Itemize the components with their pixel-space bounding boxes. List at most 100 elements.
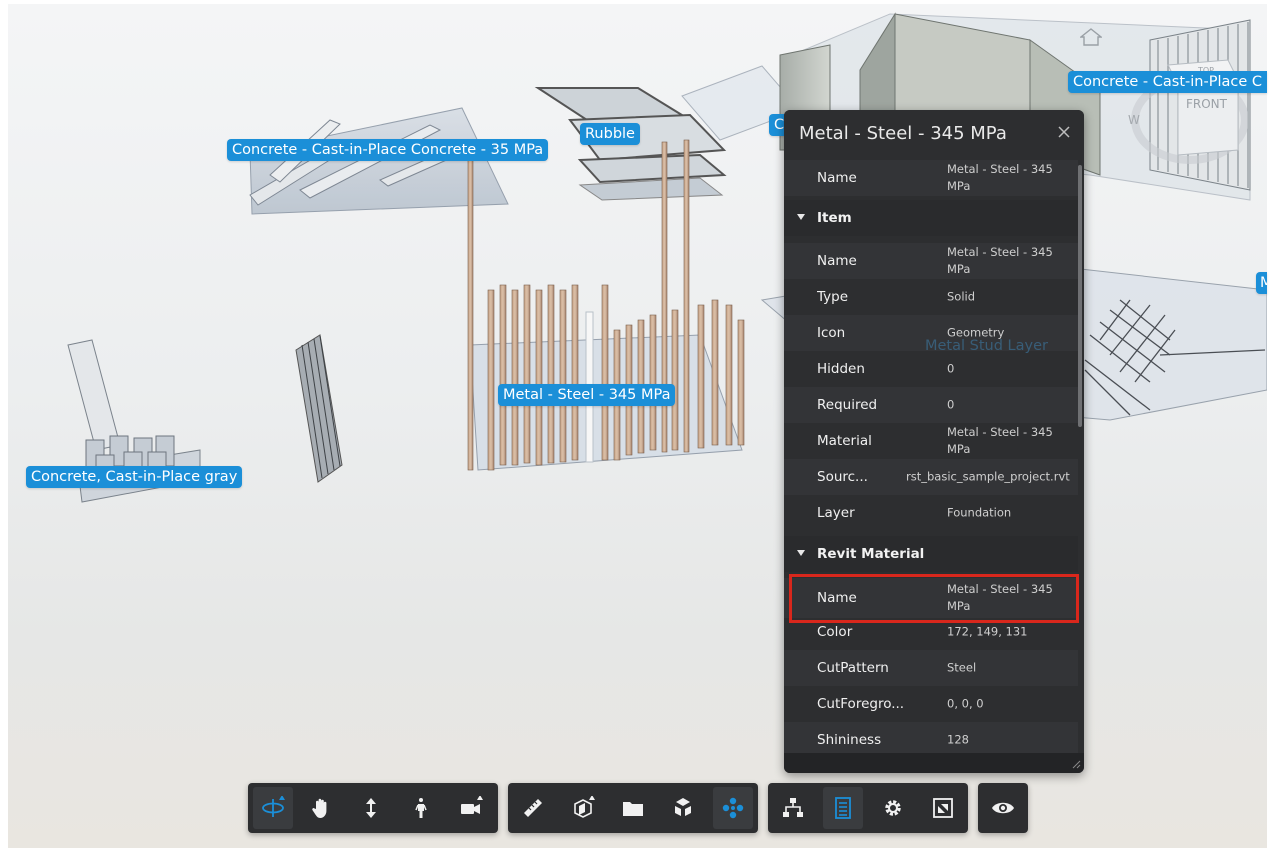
explode-icon — [675, 798, 691, 816]
property-row-name[interactable]: Name Metal - Steel - 345 MPa — [784, 243, 1078, 279]
property-row-cutpattern[interactable]: CutPattern Steel — [784, 650, 1078, 686]
view-cube[interactable]: TOP FRONT W — [1128, 40, 1248, 170]
visibility-button[interactable] — [983, 787, 1023, 829]
property-label: Material — [817, 433, 872, 449]
material-label-concrete-35mpa[interactable]: Concrete - Cast-in-Place Concrete - 35 M… — [227, 139, 549, 161]
material-label-concrete-gray[interactable]: Concrete, Cast-in-Place gray — [26, 466, 243, 488]
material-label-rubble[interactable]: Rubble — [580, 123, 640, 145]
caret-down-icon[interactable] — [797, 550, 805, 556]
measure-icon — [524, 799, 542, 817]
pan-icon — [312, 798, 327, 818]
zoom-button[interactable] — [351, 787, 391, 829]
material-label-concrete-cast-in-place[interactable]: Concrete - Cast-in-Place C — [1068, 71, 1267, 93]
zoom-icon — [366, 798, 376, 818]
property-label: Name — [817, 590, 857, 606]
explode-button[interactable] — [663, 787, 703, 829]
property-label: Name — [817, 253, 857, 269]
toolbar-tools-group — [508, 783, 758, 833]
walk-icon — [415, 798, 427, 818]
property-label: Sourc... — [817, 469, 868, 485]
settings-button[interactable] — [873, 787, 913, 829]
property-value: 0 — [947, 397, 955, 412]
fullscreen-icon — [933, 798, 953, 818]
property-value: Metal - Steel - 345 MPa — [947, 582, 1053, 613]
properties-panel-title: Metal - Steel - 345 MPa — [799, 123, 1007, 144]
property-row-hidden[interactable]: Hidden 0 — [784, 351, 1078, 387]
property-label: CutForegro... — [817, 696, 905, 712]
orbit-button[interactable] — [253, 787, 293, 829]
material-label-metal-steel[interactable]: Metal - Steel - 345 MPa — [498, 384, 676, 406]
property-label: CutPattern — [817, 660, 889, 676]
property-label: Required — [817, 397, 878, 413]
properties-panel-footer — [784, 753, 1084, 773]
property-label: Hidden — [817, 361, 865, 377]
toolbar-navigation-group — [248, 783, 498, 833]
property-label: Shininess — [817, 732, 882, 748]
property-value: rst_basic_sample_project.rvt — [906, 469, 1070, 484]
property-value: 172, 149, 131 — [947, 624, 1028, 639]
property-row-source[interactable]: Sourc... rst_basic_sample_project.rvt — [784, 459, 1078, 495]
property-row-type[interactable]: Type Solid — [784, 279, 1078, 315]
property-row-color[interactable]: Color 172, 149, 131 — [784, 614, 1078, 650]
toolbar-view-group — [978, 783, 1028, 833]
property-label: Icon — [817, 325, 846, 341]
properties-list[interactable]: Name Metal - Steel - 345 MPa Item Name M… — [784, 158, 1080, 755]
caret-down-icon[interactable] — [797, 214, 805, 220]
toolbar-panels-group — [768, 783, 968, 833]
model-tree-button[interactable] — [773, 787, 813, 829]
properties-icon — [835, 797, 851, 819]
fullscreen-button[interactable] — [923, 787, 963, 829]
resize-grip-icon[interactable] — [1071, 759, 1081, 769]
category-label: Revit Material — [817, 546, 925, 562]
pan-button[interactable] — [301, 787, 341, 829]
property-label: Layer — [817, 505, 855, 521]
material-label-partial-m[interactable]: M — [1256, 272, 1267, 294]
materials-icon — [722, 797, 744, 819]
property-label: Color — [817, 624, 853, 640]
properties-scrollbar-thumb[interactable] — [1078, 165, 1082, 427]
section-icon — [574, 796, 595, 818]
property-value: Metal - Steel - 345 MPa — [947, 245, 1053, 276]
properties-panel-header[interactable]: Metal - Steel - 345 MPa — [784, 110, 1084, 158]
property-value: 0, 0, 0 — [947, 696, 984, 711]
walk-button[interactable] — [401, 787, 441, 829]
model-browser-button[interactable] — [613, 787, 653, 829]
rubble-tray[interactable] — [577, 153, 727, 184]
camera-icon — [461, 796, 483, 814]
folder-icon — [623, 802, 643, 816]
property-row-cutforeground[interactable]: CutForegro... 0, 0, 0 — [784, 686, 1078, 722]
section-button[interactable] — [563, 787, 603, 829]
orbit-icon — [262, 796, 285, 817]
gear-icon — [885, 800, 901, 816]
property-row-layer[interactable]: Layer Foundation — [784, 495, 1078, 531]
category-revit-material[interactable]: Revit Material — [784, 536, 1078, 572]
materials-button[interactable] — [713, 787, 753, 829]
property-value: Metal - Steel - 345 MPa — [947, 162, 1053, 193]
property-row-name[interactable]: Name Metal - Steel - 345 MPa — [784, 160, 1078, 196]
camera-button[interactable] — [451, 787, 491, 829]
material-label-metal-stud-layer[interactable]: Metal Stud Layer — [925, 338, 1048, 354]
concrete-column[interactable] — [67, 339, 121, 451]
properties-button[interactable] — [823, 787, 863, 829]
property-row-required[interactable]: Required 0 — [784, 387, 1078, 423]
category-item[interactable]: Item — [784, 200, 1078, 236]
property-row-name[interactable]: Name Metal - Steel - 345 MPa — [784, 578, 1078, 618]
category-label: Item — [817, 210, 852, 226]
property-value: Solid — [947, 289, 976, 304]
properties-panel[interactable]: Metal - Steel - 345 MPa Name Metal - Ste… — [784, 110, 1084, 773]
eye-icon — [992, 802, 1014, 814]
property-row-material[interactable]: Material Metal - Steel - 345 MPa — [784, 423, 1078, 459]
property-label: Type — [817, 289, 849, 305]
property-value: 0 — [947, 361, 955, 376]
property-value: 128 — [947, 732, 969, 747]
close-icon[interactable] — [1056, 124, 1072, 140]
property-row-shininess[interactable]: Shininess 128 — [784, 722, 1078, 755]
property-value: Metal - Steel - 345 MPa — [947, 425, 1053, 456]
home-icon[interactable] — [1080, 28, 1102, 46]
property-value: Foundation — [947, 505, 1012, 520]
measure-button[interactable] — [513, 787, 553, 829]
property-value: Steel — [947, 660, 977, 675]
view-cube-front-text: FRONT — [1186, 97, 1228, 111]
model-tree-icon — [783, 798, 803, 817]
property-label: Name — [817, 170, 857, 186]
